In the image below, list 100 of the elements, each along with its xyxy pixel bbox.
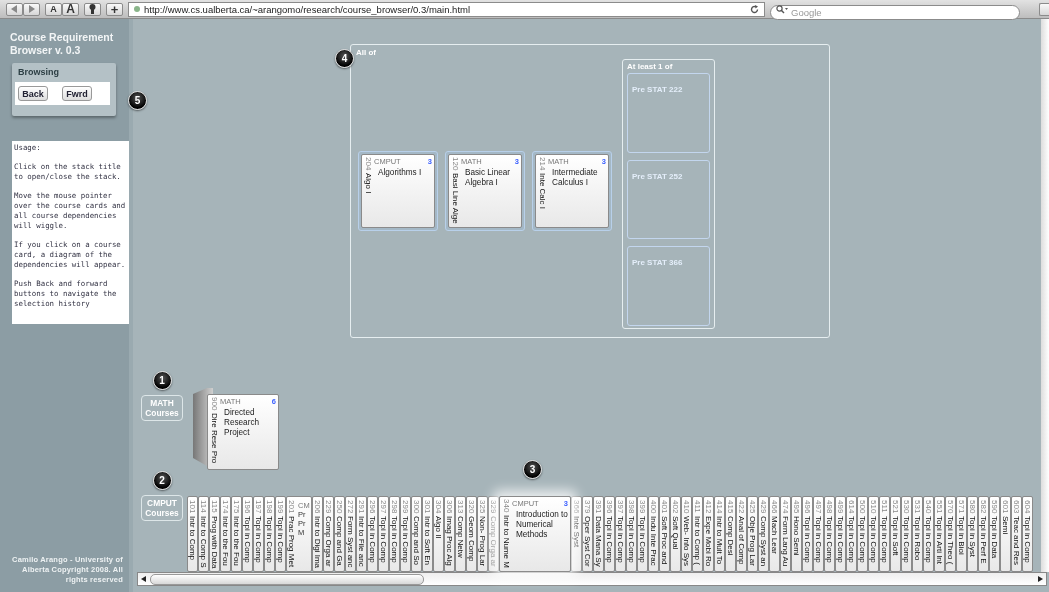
- course-abbrev: Comp Orga ar: [489, 516, 498, 568]
- course-abbrev: Comp Netw: [456, 516, 465, 559]
- course-abbrev: Topi in Comp: [825, 516, 834, 564]
- course-abbrev: Intr to File anc: [357, 516, 366, 568]
- course-number: 531: [913, 500, 922, 514]
- course-abbrev: Algo II: [434, 516, 443, 540]
- address-field[interactable]: http://www.cs.ualberta.ca/~arangomo/research/course_browser/0.3/main.html: [128, 1, 765, 17]
- placeholder-label: Pre STAT 252: [632, 171, 683, 181]
- text-smaller-button[interactable]: A: [45, 2, 62, 16]
- group-label: All of: [356, 48, 376, 57]
- course-abbrev: Hono Semi: [792, 516, 801, 556]
- course-abbrev: Intr to Digi Ima: [313, 516, 322, 569]
- text-larger-button[interactable]: A: [62, 2, 79, 16]
- nav-button[interactable]: Back: [18, 86, 48, 101]
- course-number: 402: [671, 500, 680, 514]
- course-number: 396: [605, 500, 614, 514]
- course-abbrev: Indu Inte Prac: [649, 516, 658, 567]
- nav-button[interactable]: Fwrd: [62, 86, 92, 101]
- course-abbrev: Topi in Arti Int: [935, 516, 944, 565]
- reload-icon[interactable]: [750, 4, 759, 14]
- course-number: 412: [704, 500, 713, 514]
- course-number: 497: [814, 500, 823, 514]
- course-abbrev: Non- Prog Lar: [478, 516, 487, 567]
- course-card[interactable]: 604 Topi in Comp: [1022, 496, 1033, 572]
- course-number: 199: [276, 500, 285, 514]
- placeholder-label: Pre STAT 222: [632, 85, 683, 94]
- course-abbrev: Comp Orga ar: [324, 516, 333, 568]
- course-number: 540: [924, 500, 933, 514]
- search-icon: [776, 4, 788, 14]
- course-abbrev: Intr to Comp (: [693, 515, 702, 565]
- scroll-thumb[interactable]: [150, 573, 424, 585]
- group-label: At least 1 of: [627, 62, 674, 71]
- back-button[interactable]: [6, 2, 23, 16]
- callout-badge: 4: [335, 49, 354, 68]
- course-number: 530: [902, 500, 911, 514]
- course-abbrev: Inte Syst: [572, 516, 581, 548]
- course-number: 329: [489, 500, 498, 514]
- course-number: 197: [254, 500, 263, 514]
- course-abbrev: Prog with Data: [210, 515, 219, 569]
- course-number: 340: [502, 499, 511, 513]
- course-abbrev: Topi in Comp: [368, 516, 377, 564]
- course-number: 495: [792, 500, 801, 514]
- course-abbrev: Obje Prog Lar: [748, 516, 757, 567]
- course-number: 474: [781, 500, 790, 514]
- search-field[interactable]: Google: [770, 4, 1020, 20]
- course-abbrev: Topi in Comp: [858, 516, 867, 564]
- course-abbrev: Topi in Comp: [265, 516, 274, 564]
- site-icon: [134, 6, 140, 12]
- course-abbrev: Intr to Soft En: [423, 516, 432, 566]
- course-abbrev: Expe Mobi Ro: [704, 516, 713, 567]
- course-abbrev: Web- Info Sys: [682, 516, 691, 567]
- forward-button[interactable]: [23, 2, 40, 16]
- horizontal-scrollbar[interactable]: [137, 572, 1047, 586]
- course-abbrev: Topi in Robo: [913, 516, 922, 561]
- course-abbrev: Topi in Perf E: [979, 516, 988, 564]
- course-number: 510: [869, 500, 878, 514]
- course-number: 466: [770, 500, 779, 514]
- course-number: 120: [451, 157, 460, 171]
- course-number: 272: [346, 500, 355, 514]
- course-abbrev: Topi in Bioi: [957, 516, 966, 556]
- course-number: 500: [858, 500, 867, 514]
- scroll-left-icon[interactable]: [141, 576, 146, 582]
- course-abbrev: Topi in Comp: [638, 516, 647, 564]
- course-abbrev: Comp and Ga: [335, 516, 344, 567]
- panel-title: Browsing: [18, 67, 60, 77]
- course-number: 313: [456, 500, 465, 514]
- course-number: 590: [990, 500, 999, 514]
- add-bookmark-button[interactable]: +: [106, 2, 123, 16]
- course-abbrev: Topi in Comp: [814, 516, 823, 564]
- course-abbrev: Topi in Comp: [605, 516, 614, 564]
- course-number: 604: [1023, 500, 1032, 514]
- scroll-right-icon[interactable]: [1038, 576, 1043, 582]
- course-title: Intermediate Calculus I: [551, 167, 599, 188]
- course-title: Basic Linear Algebra I: [464, 167, 512, 188]
- app-title: Course Requirement Browser v. 0.3: [10, 31, 115, 57]
- course-abbrev: Topi in Comp: [1023, 516, 1032, 564]
- course-abbrev: Basi Line Alge: [451, 173, 460, 225]
- course-number: 114: [199, 500, 208, 513]
- keyhole-button[interactable]: [84, 2, 101, 16]
- course-number: 429: [759, 500, 768, 514]
- course-number: 201: [287, 500, 296, 514]
- course-abbrev: Soft Proc and: [660, 516, 669, 565]
- course-number: 214: [538, 157, 547, 171]
- course-number: 415: [726, 500, 735, 514]
- course-abbrev: Intr to Comp: [188, 516, 197, 561]
- course-number: 325: [478, 500, 487, 514]
- course-abbrev: Intr to Mult To: [715, 516, 724, 565]
- course-abbrev: Topi in Comp: [924, 516, 933, 564]
- course-number: 297: [379, 500, 388, 514]
- course-abbrev: Soft Qual: [671, 516, 680, 550]
- course-abbrev: Prac Prog Met: [287, 516, 296, 568]
- toolbar-button[interactable]: [1039, 2, 1049, 16]
- callout-badge: 5: [128, 91, 147, 110]
- course-number: 571: [957, 500, 966, 514]
- course-abbrev: Semi: [1001, 516, 1010, 535]
- course-number: 198: [265, 500, 274, 514]
- course-abbrev: Comp and So: [412, 516, 421, 566]
- course-number: 410: [682, 500, 691, 514]
- course-number: 300: [412, 500, 421, 514]
- course-number: 366: [572, 500, 581, 514]
